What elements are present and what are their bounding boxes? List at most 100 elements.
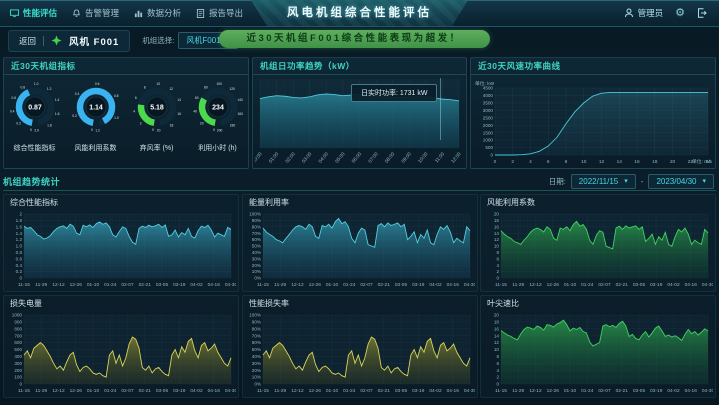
svg-text:120: 120 — [229, 87, 235, 91]
svg-text:0.6: 0.6 — [94, 82, 99, 86]
svg-text:12-26: 12-26 — [547, 282, 560, 288]
svg-text:500: 500 — [14, 347, 22, 352]
nav-report-export[interactable]: 报告导出 — [196, 7, 243, 19]
svg-text:10:00: 10:00 — [417, 151, 430, 164]
user-menu[interactable]: 管理员 — [624, 7, 664, 19]
date-from-select[interactable]: 2022/11/15 ▾ — [571, 174, 636, 189]
svg-text:10: 10 — [494, 347, 500, 352]
svg-text:40%: 40% — [252, 250, 261, 255]
svg-text:6: 6 — [496, 361, 499, 366]
back-button[interactable]: 返回 — [19, 35, 36, 47]
svg-text:04-16: 04-16 — [208, 388, 221, 394]
svg-text:20: 20 — [670, 159, 676, 165]
svg-text:0: 0 — [490, 153, 493, 158]
svg-text:02-07: 02-07 — [360, 388, 373, 394]
card-wind-coefficient: 风能利用系数 0246810121416182011-1511-2912-121… — [480, 194, 716, 292]
svg-text:14: 14 — [617, 159, 623, 165]
main-nav: 性能评估 告警管理 数据分析 报告导出 — [10, 7, 243, 19]
svg-text:0.8: 0.8 — [20, 85, 25, 89]
svg-text:11-15: 11-15 — [257, 388, 269, 394]
svg-text:14: 14 — [177, 98, 181, 102]
wind-coefficient-chart[interactable]: 0246810121416182011-1511-2912-1212-2601-… — [483, 210, 713, 289]
date-to-select[interactable]: 2023/04/30 ▾ — [648, 174, 714, 189]
gauge-dial: 1.1400.20.40.60.81.01.2 — [68, 79, 124, 140]
tip-speed-ratio-chart[interactable]: 0246810121416182011-1511-2912-1212-2601-… — [483, 311, 713, 395]
svg-text:80%: 80% — [252, 224, 261, 229]
svg-text:03-05: 03-05 — [633, 282, 646, 288]
svg-text:11-15: 11-15 — [495, 282, 507, 288]
svg-text:08:00: 08:00 — [384, 151, 397, 164]
svg-text:单位: m/s: 单位: m/s — [692, 158, 713, 165]
svg-text:16: 16 — [494, 224, 500, 229]
nav-performance-evaluation[interactable]: 性能评估 — [10, 7, 57, 19]
svg-text:11-15: 11-15 — [257, 282, 269, 288]
svg-text:0.4: 0.4 — [16, 263, 23, 268]
svg-text:500: 500 — [485, 145, 493, 150]
date-from-value: 2022/11/15 — [579, 177, 618, 186]
svg-text:01:00: 01:00 — [268, 151, 281, 164]
chart-crosshair — [440, 78, 441, 140]
svg-text:100: 100 — [216, 82, 222, 86]
svg-text:12-12: 12-12 — [52, 388, 65, 394]
document-icon — [196, 9, 205, 18]
lost-power-chart[interactable]: 0100200300400500600700800900100011-1511-… — [6, 311, 236, 395]
svg-text:8: 8 — [496, 354, 499, 359]
card-performance-loss: 性能损失率 0%10%20%30%40%50%60%70%80%90%100%1… — [242, 295, 478, 398]
svg-text:09:00: 09:00 — [400, 151, 413, 164]
gear-icon[interactable]: ⚙ — [675, 8, 685, 19]
turbine-context: 返回 风机 F001 — [8, 30, 130, 52]
svg-text:02-21: 02-21 — [139, 282, 152, 288]
performance-loss-chart[interactable]: 0%10%20%30%40%50%60%70%80%90%100%11-1511… — [245, 311, 475, 395]
svg-text:100%: 100% — [249, 313, 261, 318]
logout-icon[interactable] — [697, 8, 707, 18]
panel-30d-indicators: 近30天机组指标 0.8700.20.40.60.81.01.21.41.61.… — [3, 57, 249, 169]
topbar: 性能评估 告警管理 数据分析 报告导出 风电机组综合性能评估 管理员 ⚙ — [0, 0, 719, 27]
bar-chart-icon — [134, 9, 143, 18]
unit-selector-label: 机组选择: — [142, 35, 174, 46]
svg-text:04-30: 04-30 — [702, 282, 713, 288]
svg-text:04-30: 04-30 — [225, 388, 236, 394]
svg-text:2: 2 — [511, 159, 514, 165]
svg-text:12: 12 — [494, 340, 500, 345]
energy-utilization-chart[interactable]: 0%10%20%30%40%50%60%70%80%90%100%11-1511… — [245, 210, 475, 289]
power-curve-chart[interactable]: 0500100015002000250030003500400045000246… — [473, 76, 713, 166]
svg-text:18: 18 — [652, 159, 658, 165]
svg-text:02-07: 02-07 — [121, 282, 134, 288]
toolbar: 返回 风机 F001 机组选择: 风机F001 ▾ 近30天机组F001综合性能… — [0, 26, 719, 55]
svg-text:234: 234 — [212, 105, 224, 112]
svg-text:01-24: 01-24 — [581, 282, 594, 288]
svg-text:01-10: 01-10 — [87, 282, 100, 288]
svg-text:07:00: 07:00 — [367, 151, 380, 164]
gauge-label: 风能利用系数 — [75, 143, 117, 153]
chart-title: 损失电量 — [4, 296, 238, 311]
svg-text:1500: 1500 — [483, 130, 494, 135]
svg-text:03-05: 03-05 — [633, 388, 646, 394]
svg-text:5.18: 5.18 — [150, 105, 164, 112]
svg-text:0: 0 — [152, 128, 154, 132]
svg-text:180: 180 — [229, 123, 235, 127]
svg-text:0.2: 0.2 — [72, 114, 77, 118]
svg-text:800: 800 — [14, 326, 22, 331]
svg-text:6: 6 — [134, 96, 136, 100]
unit-select-value: 风机F001 — [186, 35, 220, 46]
svg-text:10%: 10% — [252, 269, 261, 274]
nav-data-analysis[interactable]: 数据分析 — [134, 7, 181, 19]
user-area: 管理员 ⚙ — [624, 7, 719, 19]
nav-alarm-management[interactable]: 告警管理 — [72, 7, 119, 19]
svg-text:20%: 20% — [252, 263, 261, 268]
panel-title: 近30天风速功率曲线 — [471, 58, 715, 75]
svg-text:01-10: 01-10 — [326, 282, 339, 288]
svg-text:0.8: 0.8 — [16, 250, 23, 255]
svg-text:18: 18 — [494, 218, 500, 223]
svg-text:90%: 90% — [252, 320, 261, 325]
svg-text:03-19: 03-19 — [650, 282, 663, 288]
svg-text:02-21: 02-21 — [139, 388, 152, 394]
gauge-performance-index: 0.8700.20.40.60.81.01.21.41.61.82.0 综合性能… — [6, 79, 64, 153]
svg-text:03-05: 03-05 — [156, 388, 169, 394]
svg-text:1000: 1000 — [483, 138, 494, 143]
svg-text:02-21: 02-21 — [378, 388, 391, 394]
chart-tooltip: 日实时功率: 1731 kW — [351, 84, 438, 102]
chart-title: 叶尖速比 — [481, 296, 715, 311]
performance-index-chart[interactable]: 00.20.40.60.81.01.21.41.61.8211-1511-291… — [6, 210, 236, 289]
svg-text:2: 2 — [139, 122, 141, 126]
